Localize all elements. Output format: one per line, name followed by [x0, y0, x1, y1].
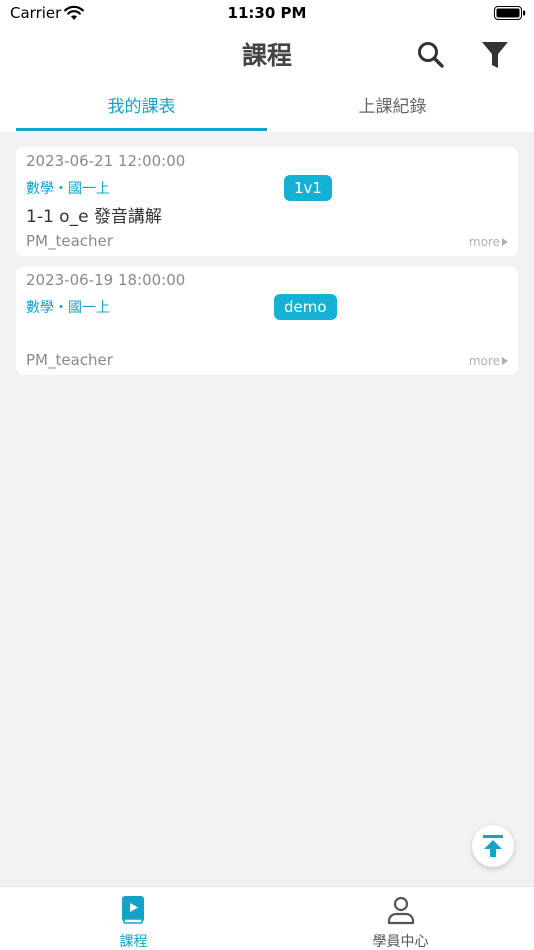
header-area: Carrier 11:30 PM 課程 我的課表 上課紀錄	[0, 0, 534, 132]
navigation-bar: 課程	[0, 28, 534, 80]
course-subject: 數學・國一上	[26, 181, 110, 197]
active-tab-indicator	[16, 128, 267, 131]
course-type-badge: demo	[274, 294, 337, 320]
more-label: more	[468, 235, 500, 249]
course-subject: 數學・國一上	[26, 300, 110, 316]
more-link[interactable]: more	[469, 354, 508, 368]
status-bar: Carrier 11:30 PM	[0, 0, 534, 28]
course-card[interactable]: 2023-06-19 18:00:00 數學・國一上 demo PM_teach…	[16, 266, 518, 375]
segment-tabs: 我的課表 上課紀錄	[0, 84, 534, 132]
status-time: 11:30 PM	[227, 4, 307, 22]
bottom-tab-label: 課程	[119, 934, 148, 950]
search-button[interactable]	[414, 38, 448, 72]
search-icon	[418, 42, 444, 68]
arrow-to-top-icon	[483, 835, 503, 857]
course-teacher: PM_teacher	[26, 232, 113, 250]
user-icon	[387, 896, 415, 925]
course-datetime: 2023-06-21 12:00:00	[26, 152, 186, 170]
more-link[interactable]: more	[469, 235, 508, 249]
tab-class-records[interactable]: 上課紀錄	[267, 84, 518, 132]
bottom-tab-bar: 課程 學員中心	[0, 886, 534, 950]
bottom-tab-member-center[interactable]: 學員中心	[267, 887, 534, 950]
page-title: 課程	[241, 41, 292, 70]
course-teacher: PM_teacher	[26, 351, 113, 369]
filter-button[interactable]	[478, 38, 512, 72]
course-lesson-title: 1-1 o_e 發音講解	[26, 207, 162, 227]
book-icon	[122, 896, 144, 924]
filter-icon	[482, 42, 508, 68]
bottom-tab-label: 學員中心	[372, 934, 429, 950]
play-arrow-icon	[502, 357, 508, 365]
tab-my-schedule[interactable]: 我的課表	[16, 84, 267, 132]
course-card[interactable]: 2023-06-21 12:00:00 數學・國一上 1v1 1-1 o_e 發…	[16, 147, 518, 256]
more-label: more	[468, 354, 500, 368]
course-datetime: 2023-06-19 18:00:00	[26, 271, 186, 289]
scroll-to-top-button[interactable]	[472, 825, 514, 867]
battery-icon	[494, 6, 526, 20]
play-arrow-icon	[502, 238, 508, 246]
bottom-tab-courses[interactable]: 課程	[0, 887, 267, 950]
course-type-badge: 1v1	[284, 175, 332, 201]
